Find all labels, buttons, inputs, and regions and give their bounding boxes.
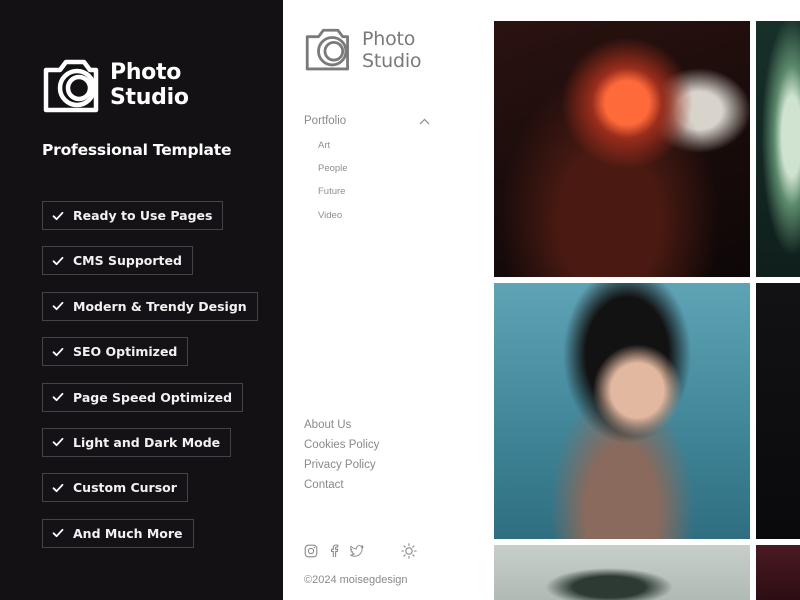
check-icon xyxy=(52,483,64,492)
gallery-image-red-abstract[interactable] xyxy=(756,545,800,600)
check-icon xyxy=(52,529,64,538)
feature-item: Page Speed Optimized xyxy=(42,382,244,412)
nav-item-people[interactable]: People xyxy=(318,162,348,185)
logo-line-1: Photo xyxy=(362,28,416,50)
feature-label: And Much More xyxy=(73,525,183,541)
feature-label: Light and Dark Mode xyxy=(73,434,221,450)
check-icon xyxy=(52,211,64,220)
feature-label: SEO Optimized xyxy=(73,344,178,360)
promo-logo: Photo Studio xyxy=(42,52,202,116)
instagram-icon[interactable] xyxy=(304,544,318,558)
camera-logo-icon xyxy=(305,28,349,71)
site-sidebar: Photo Studio Portfolio Art People Future… xyxy=(283,0,493,600)
feature-item: CMS Supported xyxy=(42,246,193,276)
feature-label: Modern & Trendy Design xyxy=(73,298,247,314)
logo-line-2: Studio xyxy=(110,85,189,110)
feature-label: Page Speed Optimized xyxy=(73,389,233,405)
check-icon xyxy=(52,302,64,311)
gallery-image-floral-sculpture[interactable] xyxy=(756,21,800,277)
feature-item: Ready to Use Pages xyxy=(42,201,224,230)
site-logo[interactable]: Photo Studio xyxy=(304,22,444,76)
gallery-image-abstract-figure[interactable] xyxy=(494,545,750,600)
facebook-icon[interactable] xyxy=(327,544,341,558)
feature-item: SEO Optimized xyxy=(42,337,189,367)
nav-item-future[interactable]: Future xyxy=(318,185,348,208)
promo-panel: Photo Studio Professional Template Ready… xyxy=(0,0,283,600)
link-contact[interactable]: Contact xyxy=(304,478,379,498)
feature-item: And Much More xyxy=(42,518,194,548)
promo-logo-text: Photo Studio xyxy=(110,60,189,110)
site-logo-text: Photo Studio xyxy=(362,28,422,72)
gallery-image-portrait-glowing-mask[interactable] xyxy=(494,21,750,277)
footer-links: About Us Cookies Policy Privacy Policy C… xyxy=(304,418,379,498)
copyright-text: ©2024 moisegdesign xyxy=(304,574,408,586)
nav-portfolio-toggle[interactable]: Portfolio xyxy=(304,112,430,130)
nav-item-video[interactable]: Video xyxy=(318,209,348,232)
check-icon xyxy=(52,392,64,402)
check-icon xyxy=(52,347,64,356)
feature-label: Ready to Use Pages xyxy=(73,208,213,223)
feature-list: Ready to Use Pages CMS Supported Modern … xyxy=(42,201,258,564)
nav-item-art[interactable]: Art xyxy=(318,139,348,162)
feature-label: CMS Supported xyxy=(73,253,182,269)
promo-tagline: Professional Template xyxy=(42,141,232,159)
logo-line-1: Photo xyxy=(110,60,182,85)
camera-logo-icon xyxy=(43,59,99,113)
photo-gallery xyxy=(493,0,800,600)
nav-heading-label: Portfolio xyxy=(304,115,347,127)
feature-item: Modern & Trendy Design xyxy=(42,291,258,321)
check-icon xyxy=(52,256,64,265)
twitter-icon[interactable] xyxy=(350,544,364,558)
link-privacy-policy[interactable]: Privacy Policy xyxy=(304,458,379,478)
feature-item: Light and Dark Mode xyxy=(42,427,232,457)
link-cookies-policy[interactable]: Cookies Policy xyxy=(304,438,379,458)
chevron-up-icon xyxy=(419,118,430,124)
feature-label: Custom Cursor xyxy=(73,480,177,496)
sun-icon[interactable] xyxy=(401,543,417,559)
link-about-us[interactable]: About Us xyxy=(304,418,379,438)
logo-line-2: Studio xyxy=(362,50,422,72)
gallery-image-woman-mirror-portrait[interactable] xyxy=(494,283,750,539)
feature-item: Custom Cursor xyxy=(42,473,188,503)
nav-submenu: Art People Future Video xyxy=(318,139,348,232)
check-icon xyxy=(52,438,64,447)
social-icons xyxy=(304,543,417,559)
gallery-image-dark[interactable] xyxy=(756,283,800,539)
